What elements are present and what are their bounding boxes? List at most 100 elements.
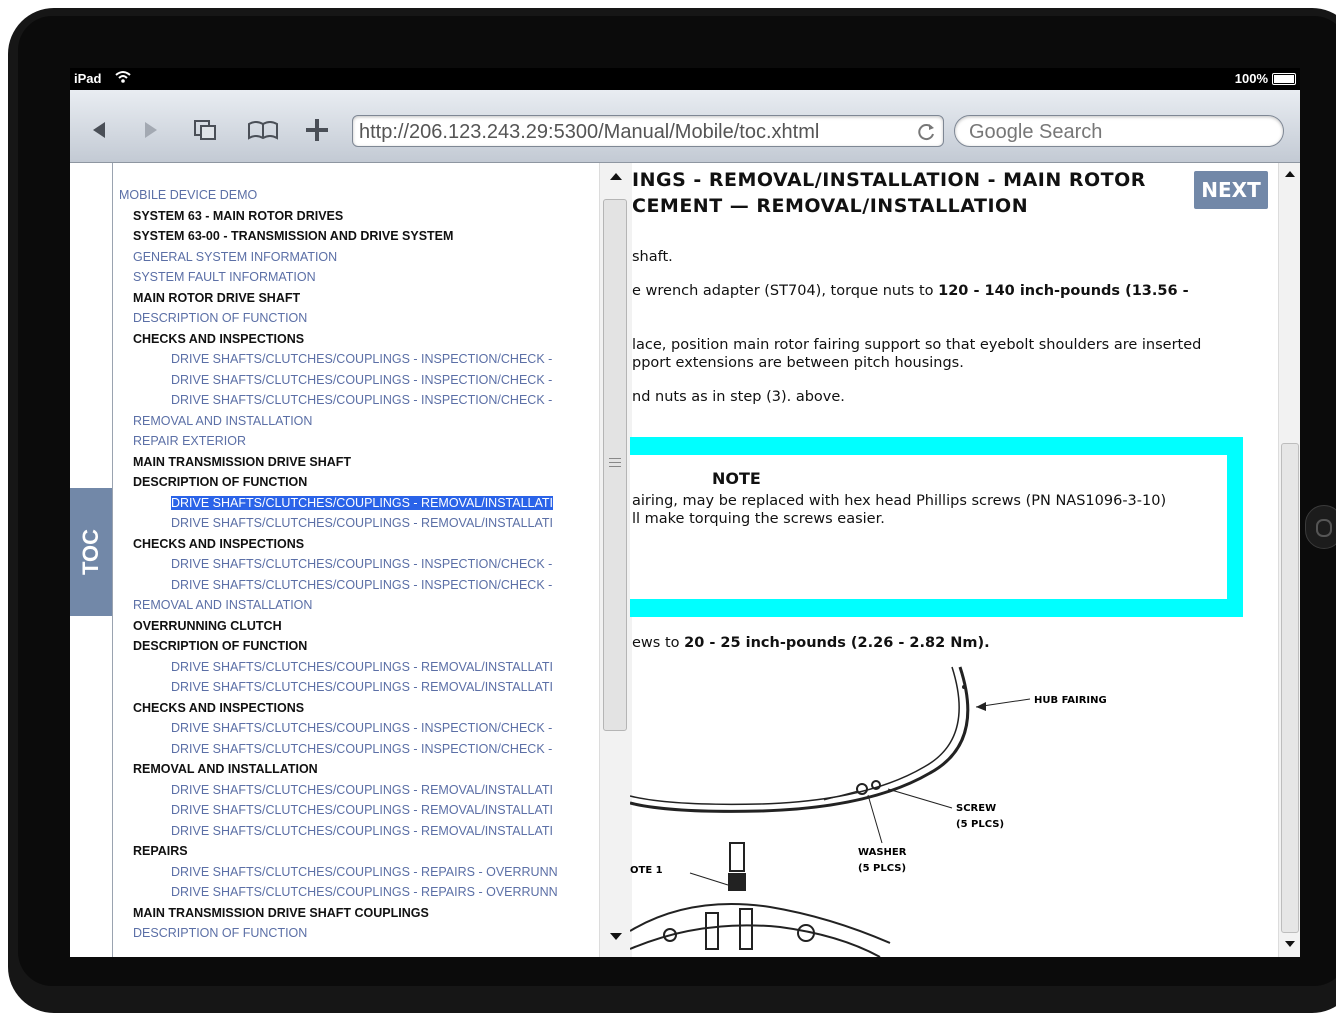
toc-item[interactable]: DRIVE SHAFTS/CLUTCHES/COUPLINGS - INSPEC… (119, 349, 609, 370)
toc-scroll-thumb[interactable] (603, 199, 627, 731)
toc-item[interactable]: DRIVE SHAFTS/CLUTCHES/COUPLINGS - REMOVA… (119, 657, 609, 678)
toc-item-label: CHECKS AND INSPECTIONS (133, 700, 305, 715)
toc-item[interactable]: DESCRIPTION OF FUNCTION (119, 923, 609, 944)
toc-item[interactable]: DRIVE SHAFTS/CLUTCHES/COUPLINGS - INSPEC… (119, 718, 609, 739)
toc-item[interactable]: DRIVE SHAFTS/CLUTCHES/COUPLINGS - INSPEC… (119, 739, 609, 760)
back-button[interactable] (88, 118, 110, 142)
toc-item-label: DESCRIPTION OF FUNCTION (133, 926, 308, 940)
toc-item[interactable]: REMOVAL AND INSTALLATION (119, 411, 609, 432)
torque-value: 120 - 140 inch-pounds (13.56 - (938, 283, 1189, 299)
toc-item[interactable]: MAIN TRANSMISSION DRIVE SHAFT COUPLINGS (119, 903, 609, 924)
toc-item[interactable]: DESCRIPTION OF FUNCTION (119, 308, 609, 329)
toc-item[interactable]: DRIVE SHAFTS/CLUTCHES/COUPLINGS - INSPEC… (119, 575, 609, 596)
toc-item-label: REMOVAL AND INSTALLATION (133, 762, 318, 776)
toc-item[interactable]: DRIVE SHAFTS/CLUTCHES/COUPLINGS - REPAIR… (119, 882, 609, 903)
toc-item[interactable]: OVERRUNNING CLUTCH (119, 616, 609, 637)
scroll-up-arrow-icon[interactable] (610, 173, 622, 180)
toc-item-label: DRIVE SHAFTS/CLUTCHES/COUPLINGS - REPAIR… (171, 864, 558, 879)
device-name: iPad (74, 71, 102, 86)
wifi-icon (115, 71, 131, 83)
page-title: INGS - REMOVAL/INSTALLATION - MAIN ROTOR (632, 169, 1146, 191)
toc-item[interactable]: REMOVAL AND INSTALLATION (119, 595, 609, 616)
toc-item[interactable]: DRIVE SHAFTS/CLUTCHES/COUPLINGS - REMOVA… (119, 493, 609, 514)
toc-item[interactable]: REMOVAL AND INSTALLATION (119, 759, 609, 780)
toc-item-label: DESCRIPTION OF FUNCTION (133, 639, 308, 653)
toc-item[interactable]: DRIVE SHAFTS/CLUTCHES/COUPLINGS - REMOVA… (119, 800, 609, 821)
web-viewport: TOC MOBILE DEVICE DEMO SYSTEM 63 - MAIN R… (70, 163, 1300, 957)
toc-item-label: OVERRUNNING CLUTCH (133, 618, 282, 633)
toc-item-label: SYSTEM 63 - MAIN ROTOR DRIVES (133, 208, 344, 223)
toc-item-label: DRIVE SHAFTS/CLUTCHES/COUPLINGS - REMOVA… (171, 803, 554, 817)
tabs-button[interactable] (192, 118, 218, 142)
toc-item[interactable]: DRIVE SHAFTS/CLUTCHES/COUPLINGS - REMOVA… (119, 780, 609, 801)
toc-item-label: DRIVE SHAFTS/CLUTCHES/COUPLINGS - INSPEC… (171, 577, 553, 592)
toc-item-label: DRIVE SHAFTS/CLUTCHES/COUPLINGS - REMOVA… (171, 495, 554, 510)
toc-item[interactable]: CHECKS AND INSPECTIONS (119, 534, 609, 555)
reload-icon[interactable] (917, 122, 937, 142)
toc-item[interactable]: CHECKS AND INSPECTIONS (119, 329, 609, 350)
washer-label: WASHER (858, 847, 907, 858)
toc-tab-label: TOC (78, 528, 103, 576)
back-arrow-icon (93, 122, 105, 138)
add-bookmark-button[interactable] (304, 118, 330, 142)
toc-item[interactable]: SYSTEM 63 - MAIN ROTOR DRIVES (119, 206, 609, 227)
toc-item[interactable]: SYSTEM 63-00 - TRANSMISSION AND DRIVE SY… (119, 226, 609, 247)
toc-item[interactable]: DRIVE SHAFTS/CLUTCHES/COUPLINGS - REMOVA… (119, 821, 609, 842)
toc-item-label: DESCRIPTION OF FUNCTION (133, 475, 308, 489)
battery-percent: 100% (1234, 71, 1268, 86)
toc-item[interactable]: MAIN ROTOR DRIVE SHAFT (119, 288, 609, 309)
toc-item[interactable]: DRIVE SHAFTS/CLUTCHES/COUPLINGS - INSPEC… (119, 370, 609, 391)
content-scroll-thumb[interactable] (1281, 443, 1299, 933)
scroll-down-arrow-icon[interactable] (1285, 941, 1295, 947)
toc-item[interactable]: MOBILE DEVICE DEMO (119, 185, 609, 206)
toc-item[interactable]: REPAIR EXTERIOR (119, 431, 609, 452)
forward-button[interactable] (140, 118, 162, 142)
content-scrollbar[interactable] (1278, 163, 1300, 957)
toc-item-label: SYSTEM FAULT INFORMATION (133, 270, 316, 284)
toc-item-label: DRIVE SHAFTS/CLUTCHES/COUPLINGS - REMOVA… (171, 823, 554, 838)
toc-item[interactable]: GENERAL SYSTEM INFORMATION (119, 247, 609, 268)
step-text: lace, position main rotor fairing suppor… (632, 337, 1202, 353)
toc-item-label: CHECKS AND INSPECTIONS (133, 331, 305, 346)
browser-toolbar: http://206.123.243.29:5300/Manual/Mobile… (70, 90, 1300, 163)
note-box: NOTE airing, may be replaced with hex he… (630, 437, 1243, 617)
toc-item-label: REPAIRS (133, 844, 188, 858)
toc-tab[interactable]: TOC (70, 488, 112, 616)
step-text: ews to 20 - 25 inch-pounds (2.26 - 2.82 … (632, 635, 990, 651)
toc-item[interactable]: DRIVE SHAFTS/CLUTCHES/COUPLINGS - REMOVA… (119, 677, 609, 698)
toc-list: MOBILE DEVICE DEMO SYSTEM 63 - MAIN ROTOR… (119, 185, 609, 944)
toc-item[interactable]: CHECKS AND INSPECTIONS (119, 698, 609, 719)
search-field[interactable]: Google Search (954, 115, 1284, 147)
next-button[interactable]: NEXT (1194, 171, 1268, 209)
toc-item[interactable]: SYSTEM FAULT INFORMATION (119, 267, 609, 288)
toc-item-label: DRIVE SHAFTS/CLUTCHES/COUPLINGS - REMOVA… (171, 516, 554, 530)
step-text: shaft. (632, 249, 673, 265)
toc-item[interactable]: DRIVE SHAFTS/CLUTCHES/COUPLINGS - INSPEC… (119, 390, 609, 411)
scroll-down-arrow-icon[interactable] (610, 933, 622, 940)
toc-item-label: SYSTEM 63-00 - TRANSMISSION AND DRIVE SY… (133, 229, 454, 243)
toc-item[interactable]: DRIVE SHAFTS/CLUTCHES/COUPLINGS - INSPEC… (119, 554, 609, 575)
url-field[interactable]: http://206.123.243.29:5300/Manual/Mobile… (352, 115, 944, 147)
toc-item-label: CHECKS AND INSPECTIONS (133, 536, 305, 551)
toc-item[interactable]: MAIN TRANSMISSION DRIVE SHAFT (119, 452, 609, 473)
toc-item[interactable]: DESCRIPTION OF FUNCTION (119, 472, 609, 493)
bookmarks-button[interactable] (246, 118, 280, 142)
step-text: nd nuts as in step (3). above. (632, 389, 845, 405)
step-text: pport extensions are between pitch housi… (632, 355, 964, 371)
note-body: NOTE airing, may be replaced with hex he… (630, 455, 1227, 599)
toc-item-label: REMOVAL AND INSTALLATION (133, 413, 313, 428)
toc-item-label: DESCRIPTION OF FUNCTION (133, 311, 308, 325)
toc-scrollbar[interactable] (599, 163, 632, 957)
toc-item[interactable]: REPAIRS (119, 841, 609, 862)
note-text: airing, may be replaced with hex head Ph… (632, 493, 1167, 509)
toc-item[interactable]: DRIVE SHAFTS/CLUTCHES/COUPLINGS - REMOVA… (119, 513, 609, 534)
toc-item-label: DRIVE SHAFTS/CLUTCHES/COUPLINGS - INSPEC… (171, 741, 553, 756)
home-button[interactable] (1305, 505, 1336, 549)
toc-item[interactable]: DESCRIPTION OF FUNCTION (119, 636, 609, 657)
battery-icon (1272, 73, 1296, 85)
status-bar: iPad 100% (70, 68, 1300, 90)
hub-fairing-diagram: HUB FAIRING SCREW (5 PLCS) WASHER (5 PLC… (630, 666, 1107, 957)
washer-qty-label: (5 PLCS) (858, 863, 906, 874)
toc-item[interactable]: DRIVE SHAFTS/CLUTCHES/COUPLINGS - REPAIR… (119, 862, 609, 883)
scroll-up-arrow-icon[interactable] (1285, 171, 1295, 177)
